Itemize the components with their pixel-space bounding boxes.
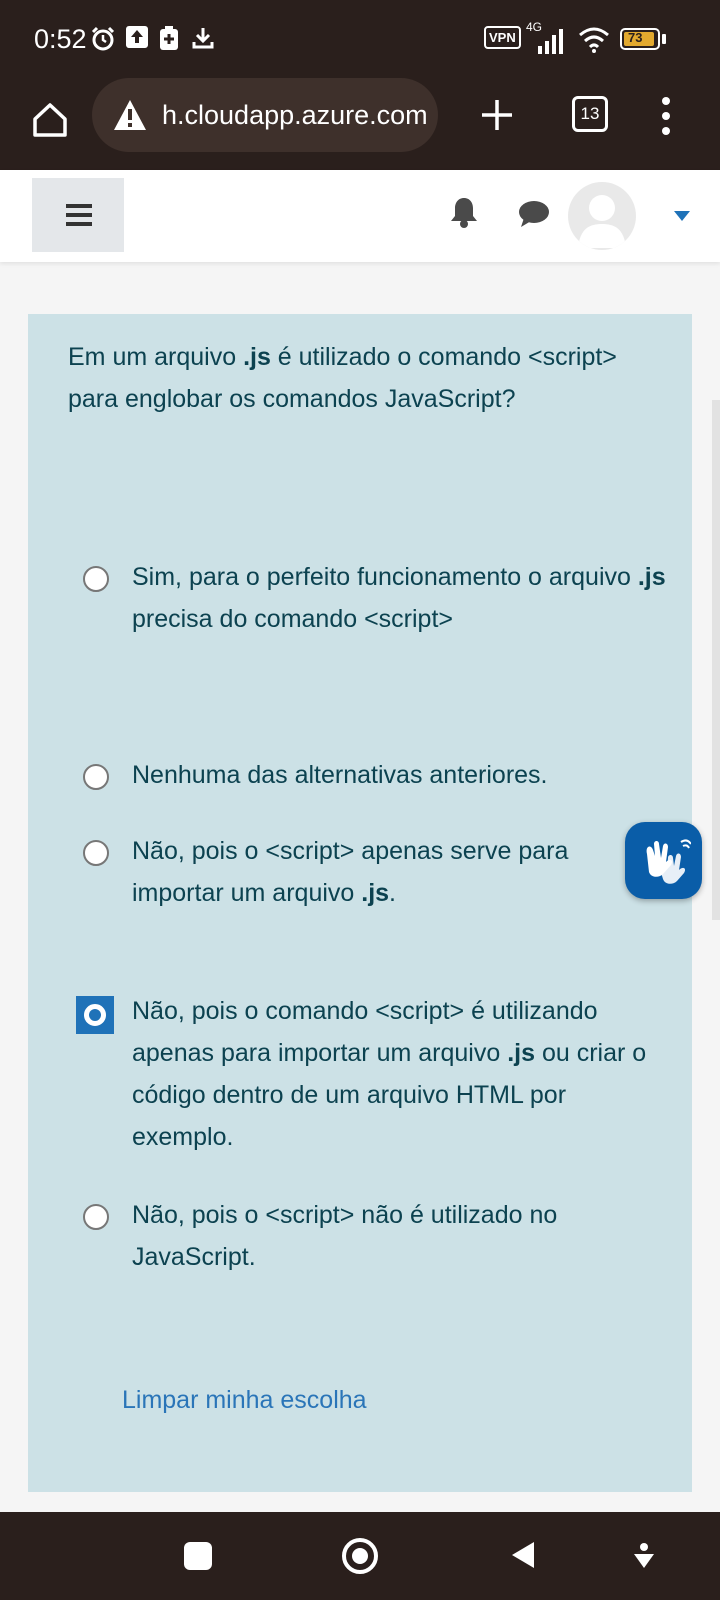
vpn-badge: VPN: [484, 26, 521, 49]
tab-switcher-button[interactable]: 13: [572, 96, 608, 132]
nav-drawer-button[interactable]: [32, 178, 124, 252]
user-menu-toggle[interactable]: [674, 208, 690, 226]
user-avatar[interactable]: [568, 182, 636, 250]
chat-icon: [519, 201, 549, 227]
app-header: [0, 170, 720, 262]
recents-button[interactable]: [184, 1542, 212, 1570]
answer-label[interactable]: Não, pois o <script> não é utilizado no …: [132, 1194, 632, 1278]
question-text: Em um arquivo .js é utilizado o comando …: [68, 343, 617, 413]
sign-language-button[interactable]: [625, 822, 702, 899]
more-menu-button[interactable]: [656, 96, 676, 136]
alarm-icon: [90, 26, 116, 57]
answer-label[interactable]: Não, pois o <script> apenas serve para i…: [132, 830, 606, 914]
home-button[interactable]: [24, 94, 76, 146]
messages-button[interactable]: [518, 200, 550, 233]
system-nav-bar: [0, 1512, 720, 1600]
home-nav-button[interactable]: [342, 1538, 378, 1574]
question-card: Em um arquivo .js é utilizado o comando …: [28, 314, 692, 1492]
radio-button-selected[interactable]: [76, 996, 114, 1034]
scrollbar-thumb[interactable]: [712, 400, 720, 920]
warning-icon[interactable]: [112, 98, 148, 132]
caret-down-icon: [674, 211, 690, 221]
battery-icon: 73: [620, 28, 660, 50]
home-icon: [33, 103, 67, 137]
url-text[interactable]: h.cloudapp.azure.com: [162, 100, 428, 131]
more-vert-icon: [662, 97, 670, 135]
browser-toolbar: h.cloudapp.azure.com 13: [0, 78, 720, 170]
upload-icon: [126, 26, 148, 53]
answer-label[interactable]: Sim, para o perfeito funcionamento o arq…: [132, 556, 672, 640]
plus-icon: [482, 100, 512, 130]
battery-tip: [662, 34, 666, 44]
answer-label[interactable]: Não, pois o comando <script> é utilizand…: [132, 990, 662, 1158]
answer-label[interactable]: Nenhuma das alternativas anteriores.: [132, 754, 672, 796]
battery-level: 73: [628, 30, 643, 45]
nav-extra-button[interactable]: [632, 1542, 656, 1575]
sign-language-hands-icon: [646, 839, 691, 884]
status-time: 0:52: [34, 24, 87, 54]
bell-icon: [451, 198, 477, 228]
wifi-icon: [578, 26, 610, 59]
new-tab-button[interactable]: [476, 94, 518, 136]
radio-button[interactable]: [83, 1204, 109, 1230]
radio-button[interactable]: [83, 566, 109, 592]
status-right-group: VPN 4G 73: [484, 20, 694, 59]
arrow-down-icon: [634, 1543, 654, 1568]
clear-choice-link[interactable]: Limpar minha escolha: [122, 1386, 367, 1415]
battery-saver-icon: [160, 26, 178, 55]
radio-button[interactable]: [83, 764, 109, 790]
back-triangle-icon: [512, 1542, 534, 1568]
download-icon: [192, 26, 214, 55]
notifications-button[interactable]: [450, 196, 478, 233]
address-bar[interactable]: h.cloudapp.azure.com: [92, 78, 438, 152]
user-silhouette-icon: [578, 195, 626, 248]
status-bar: 0:52 VPN 4G 73: [0, 0, 720, 78]
back-button[interactable]: [510, 1540, 536, 1575]
hamburger-icon: [66, 204, 92, 226]
radio-button[interactable]: [83, 840, 109, 866]
signal-icon: [534, 28, 568, 59]
